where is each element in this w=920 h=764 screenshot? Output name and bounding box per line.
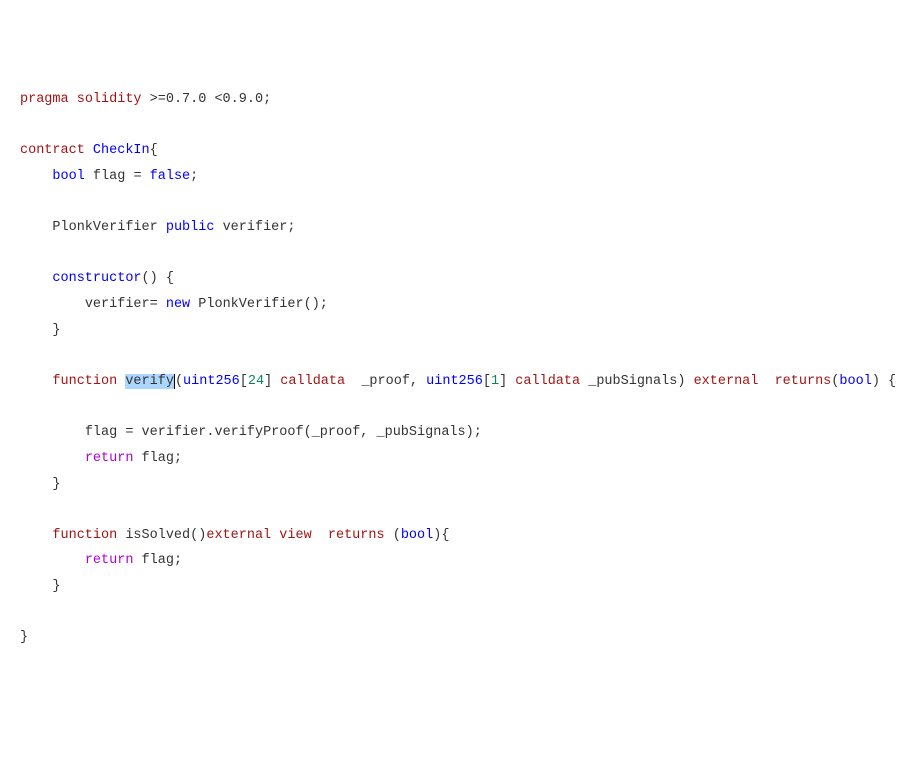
kw-return: return <box>85 451 134 466</box>
kw-returns: returns <box>328 528 385 543</box>
semi: ; <box>174 451 182 466</box>
num-1: 1 <box>491 374 499 389</box>
paren: () <box>142 271 158 286</box>
kw-external: external <box>206 528 271 543</box>
paren: () <box>190 528 206 543</box>
paren-open: ( <box>393 528 401 543</box>
type-bool: bool <box>839 374 871 389</box>
fn-name-selected: verify <box>125 374 175 389</box>
eq: = <box>133 169 141 184</box>
kw-function: function <box>52 528 117 543</box>
version: >=0.7.0 <0.9.0 <box>150 92 263 107</box>
args: (_proof, _pubSignals) <box>304 425 474 440</box>
kw-public: public <box>166 220 215 235</box>
lit-false: false <box>150 169 191 184</box>
semi: ; <box>320 297 328 312</box>
semi: ; <box>474 425 482 440</box>
kw-solidity: solidity <box>77 92 142 107</box>
kw-pragma: pragma <box>20 92 69 107</box>
type-uint256: uint256 <box>426 374 483 389</box>
type-plonk: PlonkVerifier <box>198 297 303 312</box>
kw-calldata: calldata <box>515 374 580 389</box>
kw-constructor: constructor <box>52 271 141 286</box>
id-verifier: verifier <box>142 425 207 440</box>
brace: } <box>52 323 60 338</box>
semi: ; <box>287 220 295 235</box>
brace: { <box>441 528 449 543</box>
eq: = <box>125 425 133 440</box>
paren-open: ( <box>175 374 183 389</box>
arg-proof: _proof <box>361 374 410 389</box>
type-uint256: uint256 <box>183 374 240 389</box>
lbracket: [ <box>483 374 491 389</box>
semi: ; <box>263 92 271 107</box>
id-verifier: verifier <box>85 297 150 312</box>
kw-calldata: calldata <box>280 374 345 389</box>
id-verifier: verifier <box>223 220 288 235</box>
comma: , <box>410 374 418 389</box>
rbracket: ] <box>499 374 507 389</box>
id-flag: flag <box>142 451 174 466</box>
brace: { <box>888 374 896 389</box>
brace: } <box>20 630 28 645</box>
fn-verifyproof: verifyProof <box>214 425 303 440</box>
paren-close: ) <box>872 374 880 389</box>
num-24: 24 <box>248 374 264 389</box>
type-plonk: PlonkVerifier <box>52 220 157 235</box>
kw-new: new <box>166 297 190 312</box>
semi: ; <box>190 169 198 184</box>
kw-returns: returns <box>775 374 832 389</box>
paren-close: ) <box>677 374 685 389</box>
brace: } <box>52 477 60 492</box>
brace: { <box>150 143 158 158</box>
code-block: pragma solidity >=0.7.0 <0.9.0; contract… <box>20 87 900 651</box>
id-flag: flag <box>85 425 117 440</box>
kw-view: view <box>279 528 311 543</box>
brace: } <box>52 579 60 594</box>
fn-name: isSolved <box>125 528 190 543</box>
paren: () <box>304 297 320 312</box>
arg-pubsignals: _pubSignals <box>588 374 677 389</box>
brace: { <box>166 271 174 286</box>
contract-name: CheckIn <box>93 143 150 158</box>
type-bool: bool <box>52 169 84 184</box>
id-flag: flag <box>93 169 125 184</box>
kw-contract: contract <box>20 143 85 158</box>
type-bool: bool <box>401 528 433 543</box>
eq: = <box>150 297 158 312</box>
kw-external: external <box>694 374 759 389</box>
rbracket: ] <box>264 374 272 389</box>
lbracket: [ <box>240 374 248 389</box>
kw-function: function <box>52 374 117 389</box>
